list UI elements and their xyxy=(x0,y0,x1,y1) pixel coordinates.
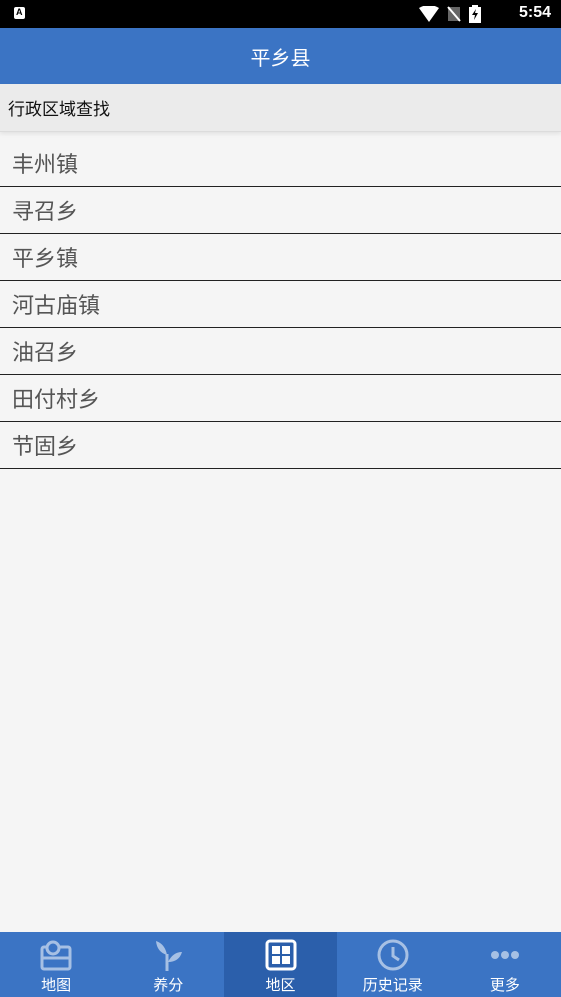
nav-item-more[interactable]: 更多 xyxy=(449,932,561,997)
list-item-label: 节固乡 xyxy=(12,435,79,460)
list-item[interactable]: 油召乡 xyxy=(0,328,561,375)
status-time: 5:54 xyxy=(518,4,551,21)
section-title: 行政区域查找 xyxy=(8,100,110,120)
region-list: 丰州镇 寻召乡 平乡镇 河古庙镇 油召乡 田付村乡 节固乡 xyxy=(0,140,561,469)
list-item-label: 寻召乡 xyxy=(12,200,79,225)
app-bar: 平乡县 xyxy=(0,28,561,84)
list-item-label: 田付村乡 xyxy=(12,388,101,413)
grid-icon xyxy=(265,939,296,971)
nav-label: 地图 xyxy=(41,976,72,994)
list-item[interactable]: 节固乡 xyxy=(0,422,561,469)
list-item[interactable]: 河古庙镇 xyxy=(0,281,561,328)
nav-label: 养分 xyxy=(153,976,184,994)
nav-item-history[interactable]: 历史记录 xyxy=(337,932,449,997)
nav-item-map[interactable]: 地图 xyxy=(0,932,112,997)
status-bar: 5:54 xyxy=(0,0,561,28)
no-sim-icon xyxy=(447,6,461,22)
section-header: 行政区域查找 xyxy=(0,84,561,132)
plant-icon xyxy=(156,941,183,971)
page-title: 平乡县 xyxy=(250,45,311,70)
notification-icon xyxy=(14,7,25,19)
nav-item-region[interactable]: 地区 xyxy=(224,932,337,997)
list-item[interactable]: 平乡镇 xyxy=(0,234,561,281)
list-item-label: 油召乡 xyxy=(12,341,79,366)
battery-icon xyxy=(469,5,481,23)
map-icon xyxy=(40,940,72,971)
nav-label: 历史记录 xyxy=(362,976,423,994)
wifi-icon xyxy=(419,6,439,22)
clock-icon xyxy=(377,939,409,971)
nav-label: 更多 xyxy=(489,976,520,994)
nav-label: 地区 xyxy=(265,976,296,994)
more-icon xyxy=(490,951,519,959)
list-item-label: 平乡镇 xyxy=(12,247,79,272)
list-item-label: 丰州镇 xyxy=(12,153,79,178)
nav-item-nutrient[interactable]: 养分 xyxy=(112,932,224,997)
list-item[interactable]: 丰州镇 xyxy=(0,140,561,187)
list-item[interactable]: 田付村乡 xyxy=(0,375,561,422)
list-item[interactable]: 寻召乡 xyxy=(0,187,561,234)
list-item-label: 河古庙镇 xyxy=(12,294,101,319)
bottom-nav: 地图 养分 地区 历史记录 更多 xyxy=(0,932,561,997)
